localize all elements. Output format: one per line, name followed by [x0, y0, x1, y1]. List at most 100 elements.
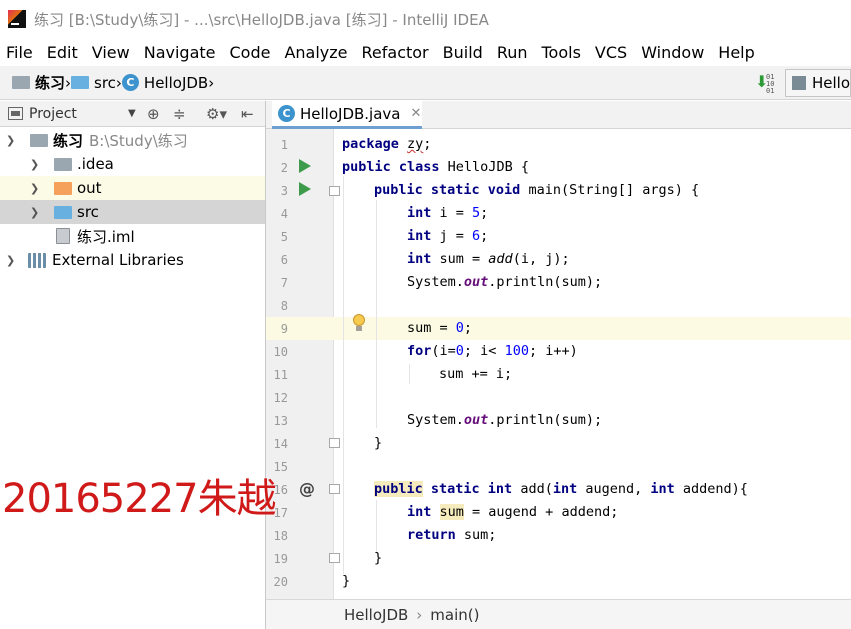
collapse-all-icon[interactable]: ≑ [173, 105, 186, 123]
tree-item-label: 练习 [53, 131, 84, 150]
line-number: 3 [280, 184, 288, 198]
fold-marker-icon[interactable] [329, 186, 340, 196]
code-line-1: package zy; [342, 136, 431, 152]
menu-bar: File Edit View Navigate Code Analyze Ref… [0, 38, 851, 66]
breadcrumb-method[interactable]: main() [430, 606, 479, 624]
code-token: } [342, 573, 351, 589]
code-token: int [407, 205, 440, 221]
code-token: for [407, 343, 432, 359]
chevron-right-icon: › [416, 605, 423, 624]
code-line-19: } [374, 550, 382, 566]
editor-breadcrumb: HelloJDB › main() [266, 599, 851, 629]
tree-item-out[interactable]: ❯ out [0, 176, 265, 200]
window-title: 练习 [B:\Study\练习] - ...\src\HelloJDB.java… [34, 10, 489, 29]
hide-panel-icon[interactable]: ⇤ [241, 105, 254, 123]
run-configuration-selector[interactable]: Hello [785, 69, 851, 97]
code-line-13: System.out.println(sum); [407, 412, 602, 428]
code-token: main(String[] args) { [528, 182, 700, 198]
menu-edit[interactable]: Edit [47, 43, 78, 62]
code-token: i = [439, 205, 473, 221]
nav-crumb-project[interactable]: 练习 [12, 72, 65, 93]
nav-crumb-src-label: src [94, 73, 116, 92]
breadcrumb-class[interactable]: HelloJDB [344, 606, 408, 624]
fold-marker-icon[interactable] [329, 553, 340, 563]
line-number: 7 [280, 276, 288, 290]
fold-marker-icon[interactable] [329, 438, 340, 448]
code-line-10: for(i=0; i< 100; i++) [407, 343, 578, 359]
tree-item-label: src [77, 203, 99, 221]
code-token: ; [463, 320, 473, 336]
nav-crumb-class-label: HelloJDB [143, 73, 209, 92]
menu-code[interactable]: Code [230, 43, 271, 62]
code-token: public static void [374, 182, 529, 198]
code-line-20: } [342, 573, 350, 589]
indent-guide [343, 176, 344, 574]
code-line-4: int i = 5; [407, 205, 488, 221]
line-number: 19 [273, 552, 288, 566]
menu-navigate[interactable]: Navigate [144, 43, 216, 62]
run-class-icon[interactable] [299, 159, 311, 173]
class-icon: C [278, 105, 295, 122]
code-token: add [488, 251, 513, 267]
run-main-icon[interactable] [299, 182, 311, 196]
nav-crumb-src[interactable]: src [71, 74, 116, 92]
menu-build[interactable]: Build [443, 43, 483, 62]
nav-crumb-class[interactable]: C HelloJDB [121, 73, 209, 92]
intellij-logo-icon [8, 10, 26, 28]
code-token: System. [407, 412, 464, 428]
menu-refactor[interactable]: Refactor [362, 43, 429, 62]
code-token: .println(sum); [488, 412, 603, 428]
gear-icon[interactable]: ⚙▾ [206, 105, 227, 123]
line-number: 6 [280, 253, 288, 267]
line-number: 14 [273, 437, 288, 451]
menu-file[interactable]: File [6, 43, 33, 62]
code-token: out [463, 412, 489, 428]
menu-view[interactable]: View [92, 43, 130, 62]
tree-item-idea[interactable]: ❯ .idea [0, 152, 265, 176]
sort-icon[interactable]: ⬇ 01 10 01 [755, 72, 775, 95]
tree-item-label: External Libraries [52, 251, 184, 269]
menu-help[interactable]: Help [718, 43, 754, 62]
code-token: (i= [431, 343, 456, 359]
fold-marker-icon[interactable] [329, 484, 340, 494]
line-number: 11 [273, 368, 288, 382]
crosshair-icon[interactable]: ⊕ [147, 105, 160, 123]
chevron-right-icon[interactable]: ❯ [30, 206, 39, 219]
code-token: package [342, 136, 408, 152]
line-number: 8 [280, 299, 288, 313]
project-panel-header: Project ▼ ⊕ ≑ ⚙▾ ⇤ [0, 101, 265, 127]
tree-item-src[interactable]: ❯ src [0, 200, 265, 224]
line-number: 2 [280, 161, 288, 175]
tree-item-project-root[interactable]: ❯ 练习 B:\Study\练习 [0, 128, 265, 152]
menu-analyze[interactable]: Analyze [284, 43, 347, 62]
editor-tab-hellojdb[interactable]: C HelloJDB.java ✕ [272, 101, 422, 129]
chevron-down-icon[interactable]: ❯ [6, 134, 15, 147]
menu-tools[interactable]: Tools [542, 43, 581, 62]
project-panel-title[interactable]: Project [29, 106, 77, 122]
dropdown-arrow-icon[interactable]: ▼ [128, 108, 136, 119]
annotation-at-icon[interactable]: @ [299, 479, 315, 498]
close-icon[interactable]: ✕ [410, 106, 421, 121]
line-number: 10 [273, 345, 288, 359]
chevron-right-icon[interactable]: ❯ [30, 182, 39, 195]
code-line-16: public static int add(int augend, int ad… [374, 481, 748, 497]
tree-item-label: out [77, 179, 102, 197]
code-token: 0 [455, 343, 464, 359]
menu-run[interactable]: Run [497, 43, 528, 62]
code-token: int [650, 481, 683, 497]
lightbulb-icon[interactable] [351, 313, 367, 333]
project-view-icon [8, 107, 23, 120]
tree-item-external-libraries[interactable]: ❯ External Libraries [0, 248, 265, 272]
chevron-right-icon[interactable]: ❯ [6, 254, 15, 267]
code-token: } [374, 550, 383, 566]
tree-item-iml[interactable]: 练习.iml [0, 224, 265, 248]
menu-vcs[interactable]: VCS [595, 43, 627, 62]
chevron-right-icon[interactable]: ❯ [30, 158, 39, 171]
indent-guide [376, 500, 377, 552]
menu-window[interactable]: Window [641, 43, 704, 62]
code-token: int [407, 504, 440, 520]
code-line-5: int j = 6; [407, 228, 488, 244]
code-token: add( [520, 481, 553, 497]
indent-guide [409, 364, 410, 384]
code-token: out [463, 274, 489, 290]
